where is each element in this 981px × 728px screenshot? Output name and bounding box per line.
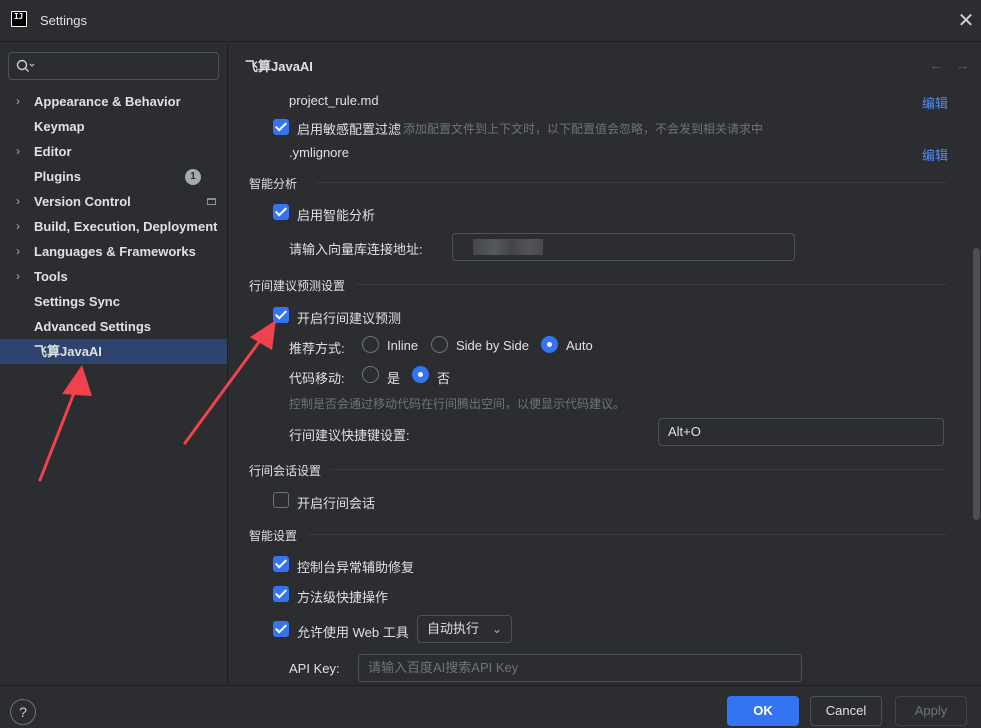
sidebar-item-editor[interactable]: › Editor bbox=[0, 139, 227, 164]
chevron-right-icon: › bbox=[16, 144, 20, 158]
section-smart-settings: 智能设置 bbox=[249, 529, 298, 543]
divider bbox=[315, 182, 947, 183]
search-icon bbox=[16, 59, 35, 72]
method-shortcut-label: 方法级快捷操作 bbox=[297, 590, 389, 605]
scrollbar-thumb[interactable] bbox=[973, 248, 980, 520]
method-shortcut-checkbox[interactable] bbox=[273, 586, 289, 602]
section-inline-chat: 行间会话设置 bbox=[249, 464, 322, 478]
api-key-field[interactable]: 请输入百度AI搜索API Key bbox=[358, 654, 802, 682]
section-inline-suggestion: 行间建议预测设置 bbox=[249, 279, 346, 293]
sidebar-item-settings-sync[interactable]: Settings Sync bbox=[0, 289, 227, 314]
help-button[interactable]: ? bbox=[10, 699, 36, 725]
plugins-update-badge: 1 bbox=[185, 169, 201, 185]
inline-chat-checkbox[interactable] bbox=[273, 492, 289, 508]
code-move-hint: 控制是否会通过移动代码在行间腾出空间，以便显示代码建议。 bbox=[289, 397, 626, 411]
console-fix-label: 控制台异常辅助修复 bbox=[297, 560, 415, 575]
chevron-down-icon: ⌄ bbox=[491, 622, 502, 636]
back-arrow-icon[interactable]: ← bbox=[929, 57, 944, 74]
chevron-right-icon: › bbox=[16, 269, 20, 283]
radio-auto-label: Auto bbox=[566, 338, 593, 353]
sidebar-item-plugins[interactable]: Plugins 1 bbox=[0, 164, 227, 189]
page-title: 飞算JavaAI bbox=[245, 59, 313, 74]
intellij-logo-icon: IJ bbox=[11, 11, 27, 27]
inline-suggestion-checkbox[interactable] bbox=[273, 307, 289, 323]
project-rule-label: project_rule.md bbox=[289, 93, 379, 108]
settings-sidebar: › Appearance & Behavior Keymap › Editor … bbox=[0, 43, 228, 685]
divider bbox=[331, 469, 947, 470]
sensitive-filter-hint: 添加配置文件到上下文时，以下配置值会忽略，不会发到相关请求中 bbox=[403, 122, 764, 136]
search-input[interactable] bbox=[8, 52, 219, 80]
radio-side-by-side-label: Side by Side bbox=[456, 338, 529, 353]
web-tool-mode-value: 自动执行 bbox=[427, 621, 480, 636]
web-tool-label: 允许使用 Web 工具 bbox=[297, 625, 409, 640]
section-smart-analysis: 智能分析 bbox=[249, 177, 298, 191]
ok-button[interactable]: OK bbox=[727, 696, 799, 726]
sidebar-item-build-execution-deployment[interactable]: › Build, Execution, Deployment bbox=[0, 214, 227, 239]
inline-suggestion-label: 开启行间建议预测 bbox=[297, 311, 402, 326]
web-tool-checkbox[interactable] bbox=[273, 621, 289, 637]
chevron-right-icon: › bbox=[16, 219, 20, 233]
sidebar-item-appearance-behavior[interactable]: › Appearance & Behavior bbox=[0, 89, 227, 114]
sidebar-item-languages-frameworks[interactable]: › Languages & Frameworks bbox=[0, 239, 227, 264]
ymlignore-edit-link[interactable]: 编辑 bbox=[922, 145, 948, 164]
code-move-label: 代码移动: bbox=[289, 371, 345, 386]
chevron-right-icon: › bbox=[16, 244, 20, 258]
vector-db-url-field[interactable] bbox=[452, 233, 795, 261]
radio-inline[interactable] bbox=[362, 336, 379, 353]
radio-code-move-no[interactable] bbox=[412, 366, 429, 383]
project-level-icon bbox=[207, 198, 216, 205]
recommend-mode-label: 推荐方式: bbox=[289, 341, 345, 356]
project-rule-edit-link[interactable]: 编辑 bbox=[922, 93, 948, 112]
radio-code-move-no-label: 否 bbox=[437, 371, 451, 386]
sensitive-filter-label: 启用敏感配置过滤 bbox=[297, 122, 402, 137]
radio-side-by-side[interactable] bbox=[431, 336, 448, 353]
cancel-button[interactable]: Cancel bbox=[810, 696, 882, 726]
title-bar: IJ Settings ✕ bbox=[0, 0, 981, 42]
window-title: Settings bbox=[40, 13, 87, 28]
sensitive-filter-checkbox[interactable] bbox=[273, 119, 289, 135]
vector-db-label: 请输入向量库连接地址: bbox=[289, 242, 423, 257]
radio-code-move-yes-label: 是 bbox=[387, 371, 401, 386]
chevron-right-icon: › bbox=[16, 94, 20, 108]
sidebar-item-feisuan-javaai[interactable]: 飞算JavaAI bbox=[0, 339, 227, 364]
radio-inline-label: Inline bbox=[387, 338, 419, 353]
inline-chat-label: 开启行间会话 bbox=[297, 496, 376, 511]
forward-arrow-icon[interactable]: → bbox=[955, 57, 970, 74]
redacted-url bbox=[473, 239, 543, 255]
console-fix-checkbox[interactable] bbox=[273, 556, 289, 572]
radio-code-move-yes[interactable] bbox=[362, 366, 379, 383]
smart-analysis-checkbox[interactable] bbox=[273, 204, 289, 220]
settings-content: 飞算JavaAI ← → project_rule.md 编辑 启用敏感配置过滤… bbox=[229, 43, 981, 685]
dialog-footer: ? OK Cancel Apply bbox=[0, 685, 981, 728]
shortcut-field[interactable]: Alt+O bbox=[658, 418, 944, 446]
close-icon[interactable]: ✕ bbox=[956, 11, 976, 31]
apply-button[interactable]: Apply bbox=[895, 696, 967, 726]
divider bbox=[355, 284, 947, 285]
web-tool-mode-select[interactable]: 自动执行 ⌄ bbox=[417, 615, 512, 643]
shortcut-label: 行间建议快捷键设置: bbox=[289, 428, 410, 443]
radio-auto[interactable] bbox=[541, 336, 558, 353]
smart-analysis-label: 启用智能分析 bbox=[297, 208, 376, 223]
sidebar-item-keymap[interactable]: Keymap bbox=[0, 114, 227, 139]
sidebar-item-tools[interactable]: › Tools bbox=[0, 264, 227, 289]
sidebar-item-advanced-settings[interactable]: Advanced Settings bbox=[0, 314, 227, 339]
divider bbox=[307, 534, 947, 535]
api-key-label: API Key: bbox=[289, 661, 340, 676]
sidebar-item-version-control[interactable]: › Version Control bbox=[0, 189, 227, 214]
ymlignore-label: .ymlignore bbox=[289, 145, 349, 160]
chevron-right-icon: › bbox=[16, 194, 20, 208]
